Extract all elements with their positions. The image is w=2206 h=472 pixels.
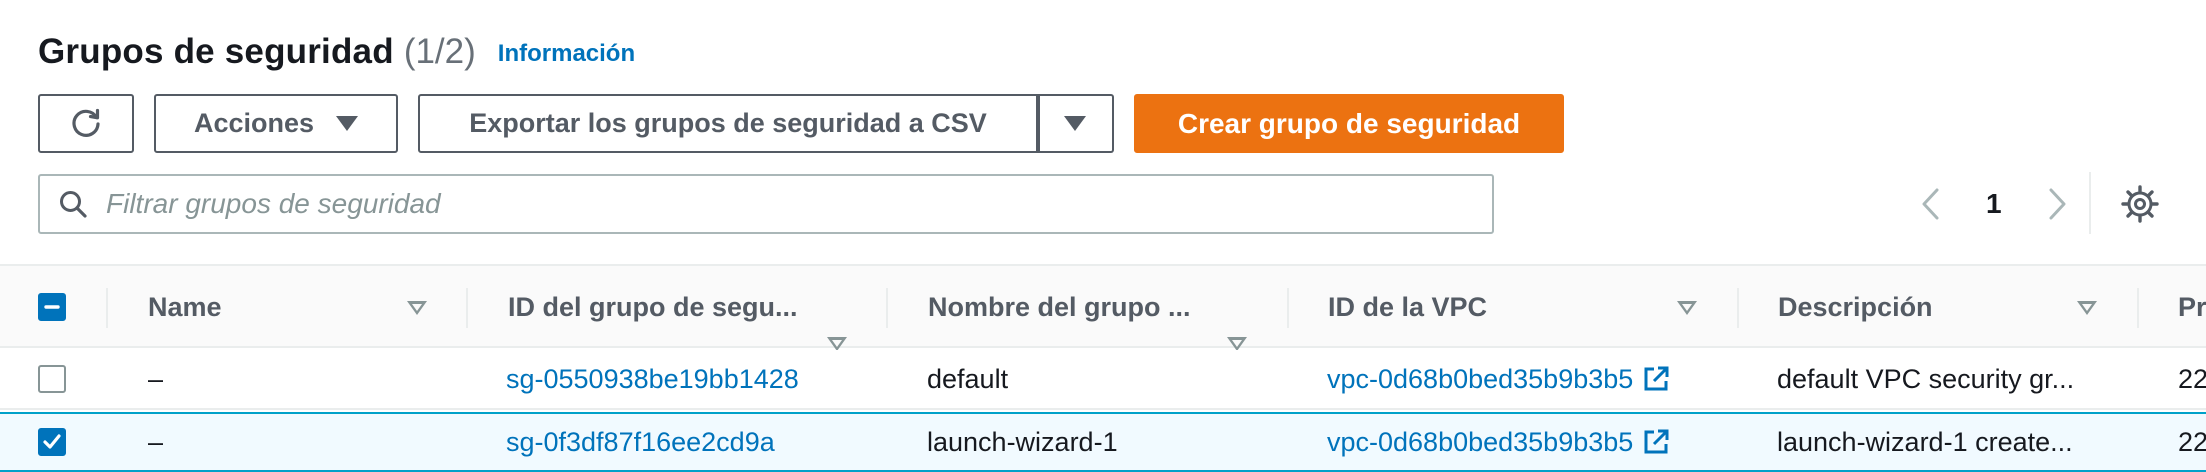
table-header: Name ID del grupo de segu... Nombre del …: [0, 266, 2206, 351]
panel-header: Grupos de seguridad (1/2) Información: [38, 28, 635, 76]
caret-down-icon: [336, 116, 359, 131]
cell-group-name: default: [927, 363, 1009, 394]
vpc-id-text: vpc-0d68b0bed35b9b3b5: [1327, 363, 1634, 394]
row-select-cell: [38, 414, 66, 470]
column-divider: [1737, 288, 1739, 328]
refresh-button[interactable]: [38, 94, 134, 153]
table-row[interactable]: – sg-0550938be19bb1428 default vpc-0d68b…: [0, 350, 2206, 410]
external-link-icon: [1641, 427, 1671, 457]
export-split-button: Exportar los grupos de seguridad a CSV: [418, 94, 1114, 153]
toolbar: Acciones Exportar los grupos de segurida…: [38, 94, 1564, 153]
select-all-cell: [38, 266, 66, 348]
chevron-right-icon: [2049, 188, 2066, 220]
refresh-icon: [72, 108, 100, 137]
page-title: Grupos de seguridad: [38, 32, 394, 71]
settings-button[interactable]: [2116, 180, 2164, 228]
sort-icon[interactable]: [2077, 301, 2097, 315]
column-divider: [1287, 288, 1289, 328]
cell-group-id-link[interactable]: sg-0f3df87f16ee2cd9a: [506, 414, 775, 470]
cell-group-id-link[interactable]: sg-0550938be19bb1428: [506, 350, 799, 408]
select-all-checkbox[interactable]: [38, 293, 66, 321]
pagination: 1: [1910, 178, 2078, 230]
row-checkbox[interactable]: [38, 428, 66, 456]
cell-description: default VPC security gr...: [1777, 363, 2075, 394]
column-divider: [466, 288, 468, 328]
cell-name: –: [148, 363, 164, 394]
cell-name: –: [148, 426, 164, 457]
chevron-left-icon: [1922, 188, 1939, 220]
caret-down-icon: [1064, 116, 1086, 131]
next-page-button[interactable]: [2036, 178, 2078, 230]
column-divider: [2137, 288, 2139, 328]
info-link[interactable]: Información: [498, 40, 635, 68]
previous-page-button[interactable]: [1910, 178, 1952, 230]
checkmark-icon: [43, 434, 61, 449]
cell-truncated: 22: [2178, 426, 2206, 457]
vpc-id-text: vpc-0d68b0bed35b9b3b5: [1327, 426, 1634, 457]
column-header-group-name[interactable]: Nombre del grupo ...: [928, 266, 1191, 348]
column-header-description[interactable]: Descripción: [1778, 266, 1933, 348]
table-row-selected[interactable]: – sg-0f3df87f16ee2cd9a launch-wizard-1 v…: [0, 412, 2206, 472]
create-security-group-button[interactable]: Crear grupo de seguridad: [1134, 94, 1564, 153]
cell-description: launch-wizard-1 create...: [1777, 426, 2073, 457]
cell-vpc-id-link[interactable]: vpc-0d68b0bed35b9b3b5: [1327, 350, 1671, 408]
cell-vpc-id-link[interactable]: vpc-0d68b0bed35b9b3b5: [1327, 414, 1671, 470]
divider: [2089, 172, 2091, 234]
filter-input[interactable]: [104, 187, 1404, 221]
column-header-group-id[interactable]: ID del grupo de segu...: [508, 266, 798, 348]
row-checkbox[interactable]: [38, 365, 66, 393]
sort-icon[interactable]: [1677, 301, 1697, 315]
selection-count: (1/2): [403, 32, 476, 71]
cell-group-name: launch-wizard-1: [927, 426, 1118, 457]
column-divider: [886, 288, 888, 328]
column-header-truncated[interactable]: Pr: [2178, 266, 2206, 348]
column-header-name[interactable]: Name: [148, 266, 222, 348]
sort-icon[interactable]: [1227, 337, 1247, 351]
filter-box: [38, 174, 1494, 234]
page-number[interactable]: 1: [1986, 188, 2002, 220]
cell-truncated: 22: [2178, 363, 2206, 394]
external-link-icon: [1641, 364, 1671, 394]
export-dropdown-button[interactable]: [1038, 94, 1114, 153]
actions-button[interactable]: Acciones: [154, 94, 398, 153]
create-label: Crear grupo de seguridad: [1177, 107, 1521, 139]
export-csv-button[interactable]: Exportar los grupos de seguridad a CSV: [418, 94, 1038, 153]
sort-icon[interactable]: [827, 337, 847, 351]
row-select-cell: [38, 350, 66, 408]
column-divider: [106, 288, 108, 328]
search-icon: [60, 191, 87, 218]
export-label: Exportar los grupos de seguridad a CSV: [469, 108, 987, 138]
actions-label: Acciones: [193, 108, 315, 138]
indeterminate-icon: [44, 305, 60, 309]
column-header-vpc-id[interactable]: ID de la VPC: [1328, 266, 1487, 348]
sort-icon[interactable]: [407, 301, 427, 315]
gear-icon: [2121, 185, 2159, 223]
